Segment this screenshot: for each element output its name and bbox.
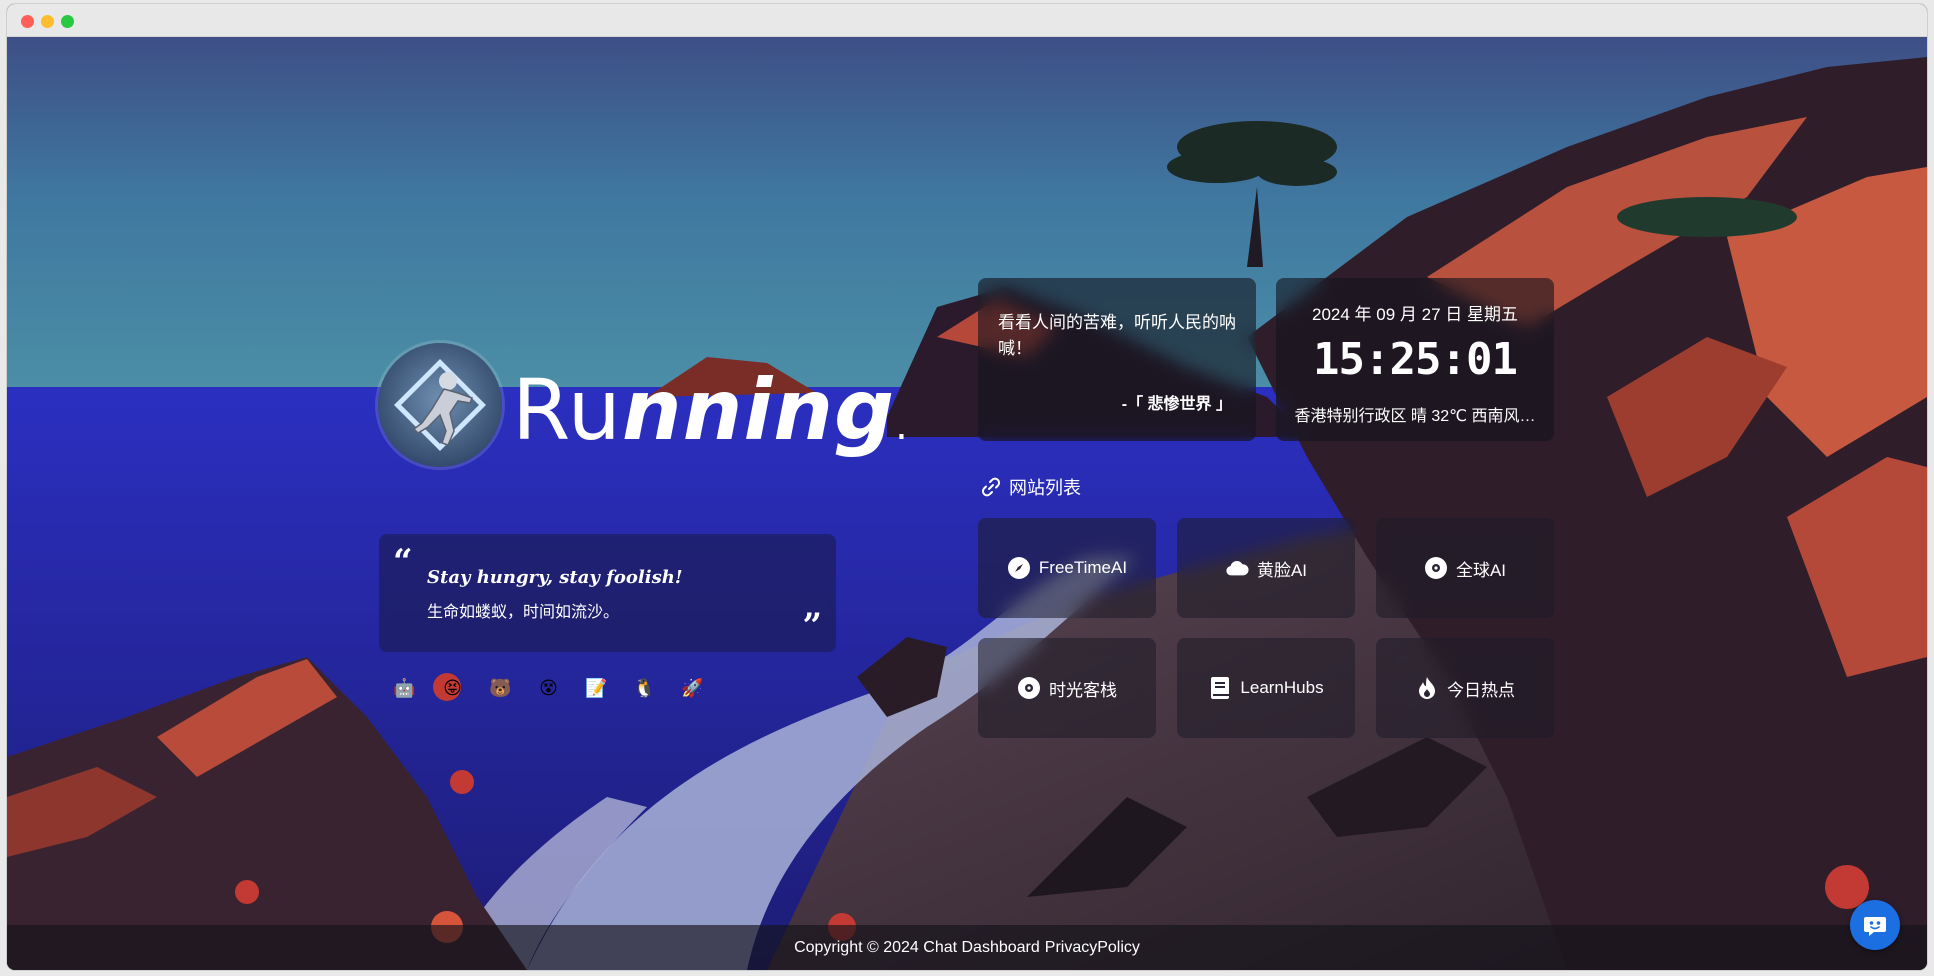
- landscape-wallpaper: [7, 37, 1927, 970]
- hitokoto-card[interactable]: 看看人间的苦难，听听人民的呐喊！ -「 悲惨世界 」: [978, 278, 1256, 441]
- site-learnhubs[interactable]: LearnHubs: [1177, 638, 1355, 738]
- chat-bot-icon: [1864, 917, 1886, 936]
- social-links: 🤖 😝 🐻 😵 📝 🐧 🚀: [391, 675, 706, 702]
- site-freetimeai[interactable]: FreeTimeAI: [978, 518, 1156, 618]
- page-background: Running. “ Stay hungry, stay foolish! 生命…: [7, 37, 1927, 970]
- site-label: 黄脸AI: [1256, 560, 1308, 580]
- motto-english: Stay hungry, stay foolish!: [427, 567, 683, 588]
- quote-close-icon: ”: [802, 606, 822, 646]
- browser-window: Running. “ Stay hungry, stay foolish! 生命…: [7, 4, 1927, 970]
- site-today-hot[interactable]: 今日热点: [1376, 638, 1554, 738]
- quote-open-icon: “: [393, 542, 413, 582]
- brand-title: Running.: [512, 361, 909, 459]
- date-text: 2024 年 09 月 27 日 星期五: [1312, 305, 1518, 324]
- compass-icon: [1007, 556, 1031, 580]
- site-label: LearnHubs: [1240, 678, 1324, 697]
- link-icon: [981, 477, 1001, 497]
- brand-title-italic: nning: [621, 361, 896, 459]
- site-label: 时光客栈: [1049, 680, 1117, 700]
- fire-icon: [1415, 676, 1439, 700]
- dizzy-face-icon[interactable]: 😵: [535, 675, 562, 702]
- disc-icon: [1424, 556, 1448, 580]
- rocket-icon[interactable]: 🚀: [679, 675, 706, 702]
- time-weather-card: 2024 年 09 月 27 日 星期五 15:25:01 香港特别行政区 晴 …: [1276, 278, 1554, 441]
- book-icon: [1208, 676, 1232, 700]
- motto-chinese: 生命如蝼蚁，时间如流沙。: [427, 604, 620, 621]
- privacy-policy-link[interactable]: PrivacyPolicy: [1045, 939, 1140, 957]
- motto-card: “ Stay hungry, stay foolish! 生命如蝼蚁，时间如流沙…: [379, 534, 836, 652]
- site-label: 今日热点: [1447, 680, 1515, 700]
- site-label: FreeTimeAI: [1038, 558, 1128, 577]
- site-huanglian-ai[interactable]: 黄脸AI: [1177, 518, 1355, 618]
- window-titlebar: [7, 4, 1927, 37]
- close-window-button[interactable]: [21, 15, 34, 28]
- maximize-window-button[interactable]: [61, 15, 74, 28]
- hitokoto-source: -「 悲惨世界 」: [1121, 396, 1232, 413]
- weather-text: 香港特别行政区 晴 32℃ 西南风…: [1294, 408, 1536, 425]
- site-label: 全球AI: [1455, 560, 1507, 580]
- penguin-icon[interactable]: 🐧: [631, 675, 658, 702]
- disc-icon: [1017, 676, 1041, 700]
- page-footer: Copyright © 2024 Chat Dashboard PrivacyP…: [7, 925, 1927, 970]
- copyright-text: Copyright © 2024 Chat Dashboard: [794, 938, 1040, 956]
- tongue-face-icon[interactable]: 😝: [439, 675, 466, 702]
- memo-icon[interactable]: 📝: [583, 675, 610, 702]
- avatar: [378, 343, 502, 467]
- running-robot-icon: [378, 343, 502, 467]
- clock-text: 15:25:01: [1313, 334, 1518, 385]
- minimize-window-button[interactable]: [41, 15, 54, 28]
- robot-icon[interactable]: 🤖: [391, 675, 418, 702]
- brand-title-part: Ru: [512, 361, 622, 459]
- cloud-icon: [1225, 556, 1249, 580]
- site-list-heading: 网站列表: [981, 474, 1081, 500]
- site-list-title: 网站列表: [1009, 478, 1081, 498]
- brand-title-dot: .: [895, 403, 909, 449]
- chat-support-button[interactable]: [1850, 900, 1900, 950]
- bear-icon[interactable]: 🐻: [487, 675, 514, 702]
- site-time-inn[interactable]: 时光客栈: [978, 638, 1156, 738]
- site-global-ai[interactable]: 全球AI: [1376, 518, 1554, 618]
- hitokoto-text: 看看人间的苦难，听听人民的呐喊！: [998, 313, 1236, 358]
